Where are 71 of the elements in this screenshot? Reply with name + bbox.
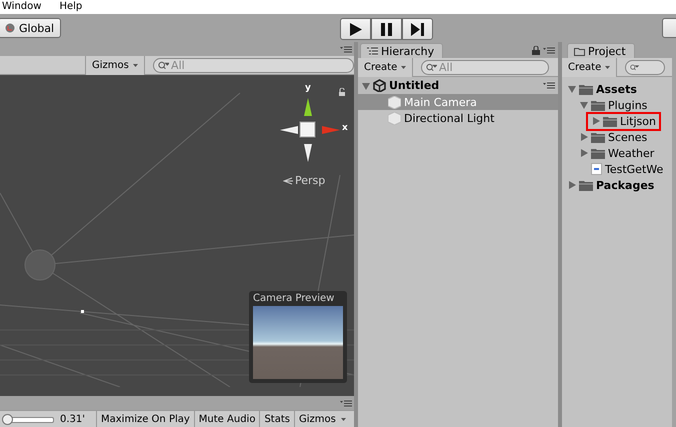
pivot-rotation-button[interactable]: Global (0, 18, 62, 38)
toolbar-button[interactable] (662, 18, 676, 38)
scene-name[interactable]: Untitled (389, 79, 440, 92)
search-field[interactable]: All (421, 60, 550, 74)
tree-item-label[interactable]: Plugins (608, 98, 648, 112)
menu-item[interactable]: Window (2, 1, 42, 13)
scene-view[interactable]: y x Persp Camera Preview (0, 75, 354, 396)
search-field[interactable] (625, 60, 666, 74)
search-input[interactable]: All (171, 58, 353, 72)
tree-item-label[interactable]: TestGetWe (605, 162, 664, 176)
search-icon (426, 62, 437, 72)
menu-item[interactable]: Help (59, 1, 82, 13)
folder-icon (591, 100, 605, 110)
scale-reading: 0.31' (60, 414, 86, 424)
dropdown-caret-icon (340, 418, 346, 420)
folder-icon (579, 84, 593, 94)
expand-arrow-icon[interactable] (568, 85, 576, 93)
dropdown-caret-icon (401, 66, 406, 68)
expand-arrow-icon[interactable] (580, 133, 588, 141)
search-icon (158, 60, 170, 70)
axis-label: y (305, 83, 311, 93)
expand-arrow-icon[interactable] (362, 82, 370, 90)
play-button[interactable] (340, 18, 371, 40)
menu-icon[interactable] (543, 47, 555, 54)
scale-slider[interactable] (0, 414, 54, 424)
folder-icon (591, 132, 605, 142)
pause-icon (381, 22, 392, 36)
hierarchy-tab[interactable]: Hierarchy (360, 43, 444, 58)
menu-icon[interactable] (543, 82, 555, 89)
search-field[interactable]: All (152, 58, 354, 72)
expand-arrow-icon[interactable] (580, 101, 588, 109)
step-icon (411, 22, 424, 36)
dropdown-caret-icon (605, 66, 610, 68)
script-file-icon (591, 163, 602, 175)
unity-logo-icon (373, 79, 386, 92)
step-button[interactable] (402, 18, 433, 40)
folder-icon (591, 148, 605, 158)
globe-icon (5, 23, 15, 33)
axis-label: x (342, 123, 348, 133)
folder-icon (603, 116, 617, 126)
create-dropdown[interactable]: Create (358, 58, 414, 76)
list-icon (367, 47, 378, 55)
search-icon (630, 62, 639, 72)
projection-label[interactable]: Persp (283, 174, 326, 187)
lock-icon[interactable] (338, 88, 346, 96)
tree-item-label[interactable]: Weather (608, 146, 654, 160)
dropdown-caret-icon (132, 64, 138, 66)
folder-icon (574, 46, 585, 56)
tree-item-label[interactable]: Scenes (608, 130, 648, 144)
tree-item-label[interactable]: Assets (596, 82, 637, 96)
hierarchy-row[interactable]: Directional Light (358, 110, 558, 126)
create-dropdown[interactable]: Create (562, 58, 618, 76)
chevron-left-icon (283, 176, 293, 184)
expand-arrow-icon[interactable] (568, 181, 576, 189)
play-icon (350, 22, 362, 36)
object-name: Main Camera (404, 96, 477, 108)
menu-icon[interactable] (340, 400, 352, 406)
camera-preview-title: Camera Preview (253, 293, 336, 304)
expand-arrow-icon[interactable] (580, 149, 588, 157)
project-tab[interactable]: Project (567, 43, 635, 58)
pause-button[interactable] (371, 18, 402, 40)
slider-thumb[interactable] (2, 414, 13, 424)
tree-item-label[interactable]: Litjson (620, 114, 656, 128)
folder-icon (579, 180, 593, 190)
menu-icon[interactable] (340, 46, 352, 52)
tree-item-label[interactable]: Packages (596, 178, 654, 192)
expand-arrow-icon[interactable] (592, 117, 600, 125)
object-name: Directional Light (404, 112, 494, 124)
lock-icon[interactable] (532, 46, 540, 55)
gizmos-dropdown[interactable]: Gizmos (85, 56, 145, 74)
search-input[interactable]: All (438, 60, 548, 74)
